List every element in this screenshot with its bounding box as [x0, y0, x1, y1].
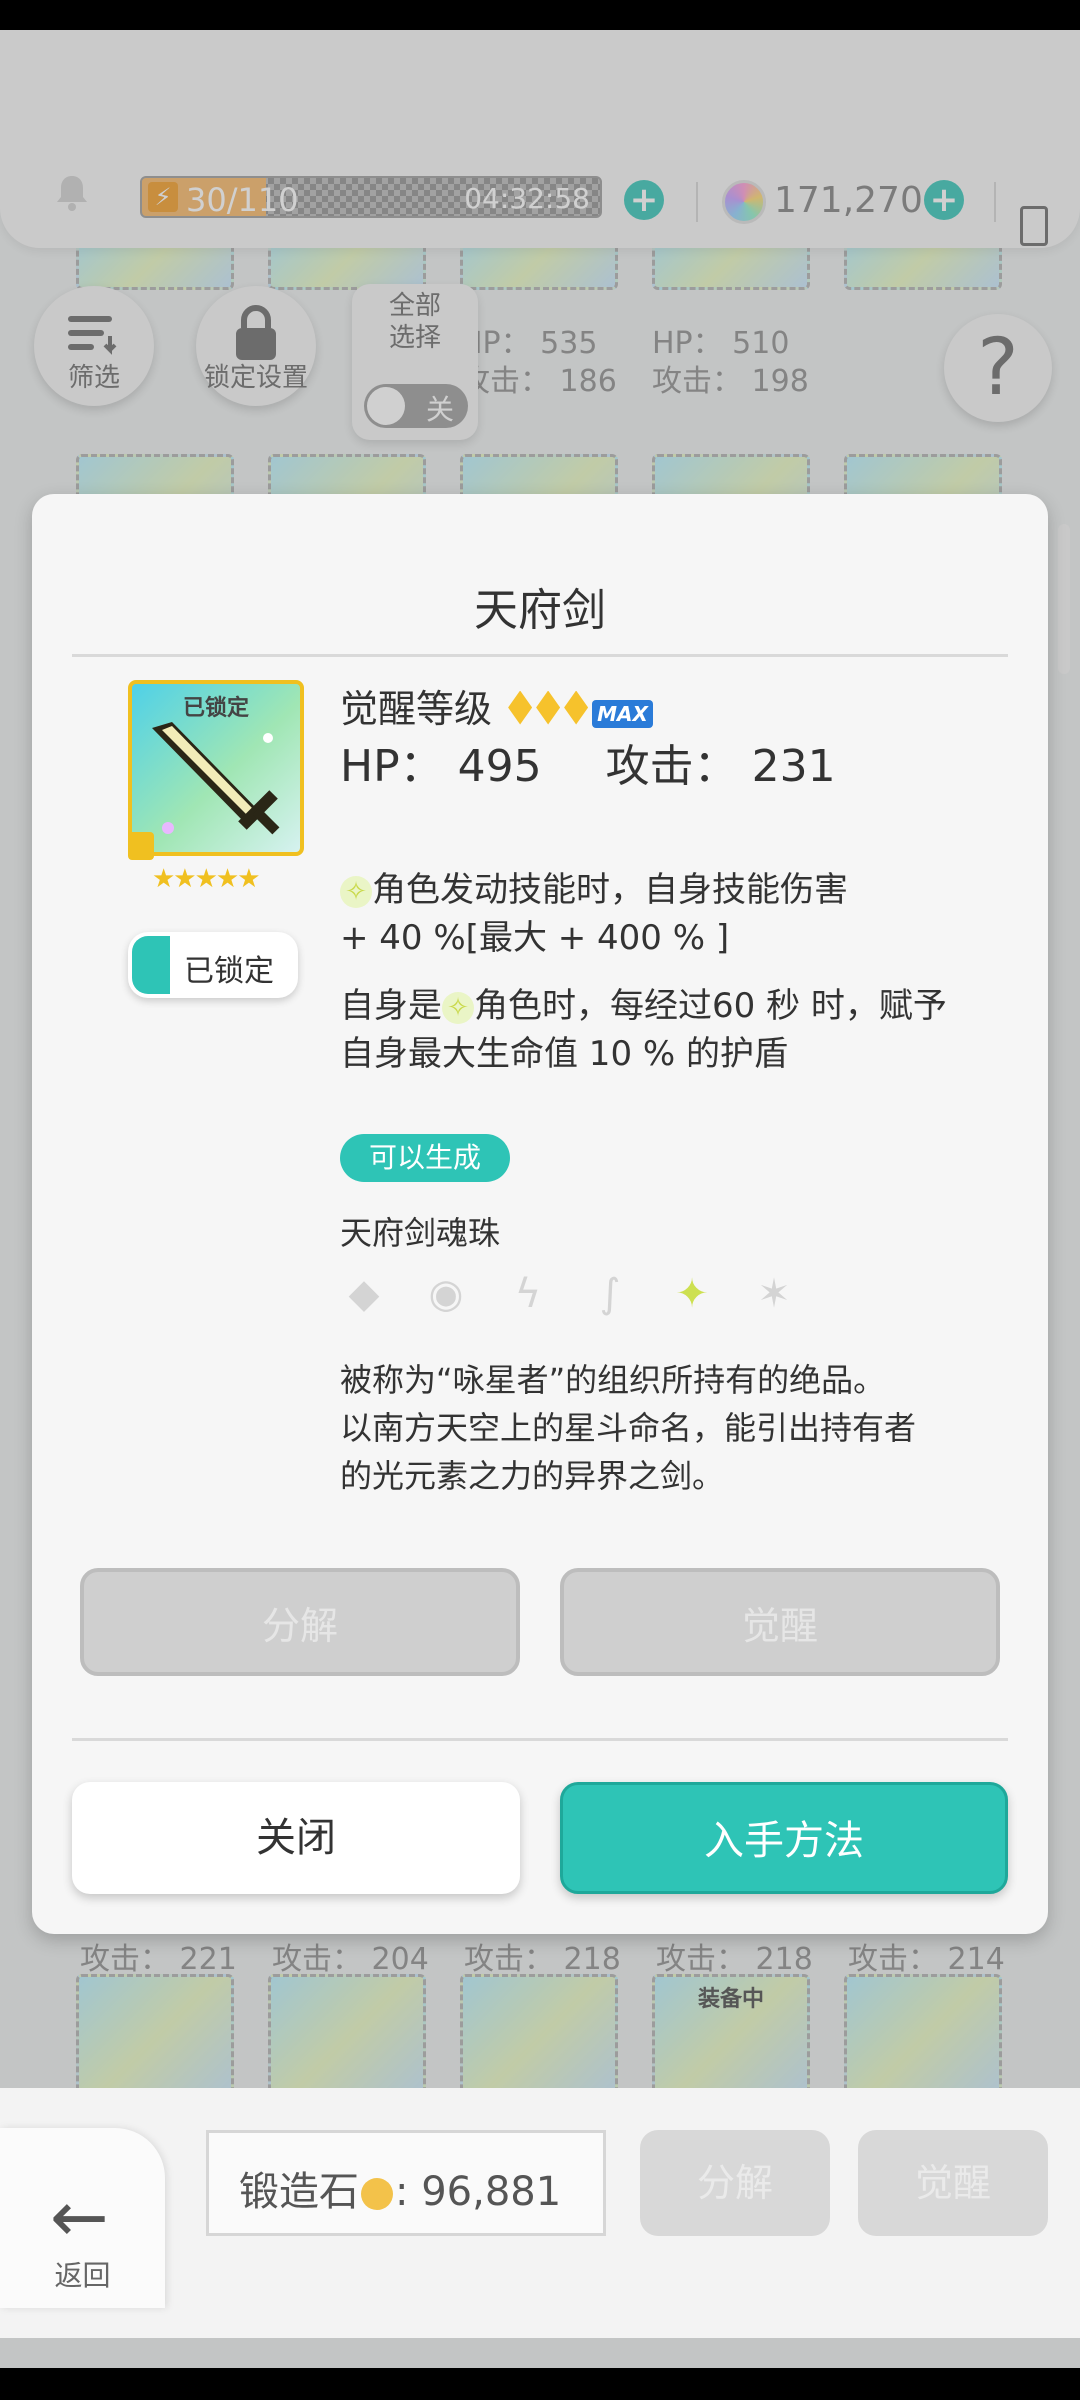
dialog-title: 天府剑	[474, 585, 606, 636]
stat-line: HP： 495 攻击： 231	[340, 730, 836, 794]
skill-1-text: 角色发动技能时，自身技能伤害	[372, 870, 848, 910]
craftable-badge: 可以生成	[340, 1134, 510, 1182]
back-button[interactable]: ← 返回	[0, 2128, 165, 2308]
awaken-gem-icon	[508, 690, 533, 725]
forge-stone-icon	[361, 2178, 393, 2210]
back-label: 返回	[54, 2259, 111, 2292]
awaken-gem-icon	[564, 690, 589, 725]
water-element-icon: ◉	[428, 1271, 464, 1317]
attack-value: 攻击： 231	[605, 741, 836, 792]
back-arrow-icon: ←	[50, 2176, 109, 2258]
skill-2-text: 角色时，每经过60 秒 时，赋予	[474, 986, 947, 1026]
scrollbar[interactable]	[1058, 524, 1070, 674]
skill-2-value: 自身最大生命值 10 % 的护盾	[340, 1034, 788, 1074]
awaken-level: 觉醒等级 MAX	[340, 678, 653, 734]
forge-stone-text: 锻造石: 96,881	[239, 2169, 562, 2215]
forge-stone-label: 锻造石	[239, 2169, 359, 2215]
soul-orb-name: 天府剑魂珠	[340, 1214, 501, 1252]
awaken-label: 觉醒等级	[340, 687, 493, 731]
acquire-method-button[interactable]: 入手方法	[560, 1782, 1008, 1894]
close-button[interactable]: 关闭	[72, 1782, 520, 1894]
lock-toggle[interactable]: 已锁定	[128, 932, 298, 998]
light-element-icon: ✧	[442, 991, 474, 1024]
bottom-disassemble-button[interactable]: 分解	[640, 2130, 830, 2236]
skill-2: 自身是 ✧ 角色时，每经过60 秒 时，赋予 自身最大生命值 10 % 的护盾	[340, 982, 980, 1078]
skill-2-prefix: 自身是	[340, 986, 442, 1026]
forge-stone-counter: 锻造石: 96,881	[206, 2130, 606, 2236]
disassemble-button[interactable]: 分解	[80, 1568, 520, 1676]
flavor-line: 的光元素之力的异界之剑。	[340, 1457, 725, 1495]
thunder-element-icon: ϟ	[514, 1271, 542, 1317]
awaken-gems: MAX	[508, 690, 653, 734]
light-element-icon: ✧	[340, 875, 372, 908]
max-badge: MAX	[592, 700, 653, 728]
awaken-button[interactable]: 觉醒	[560, 1568, 1000, 1676]
lock-toggle-label: 已锁定	[184, 954, 274, 989]
skill-1: ✧ 角色发动技能时，自身技能伤害 + 40 %[最大 + 400 % ]	[340, 866, 980, 962]
earth-element-icon: ◆	[348, 1271, 380, 1317]
toggle-indicator	[132, 936, 170, 994]
wind-element-icon: ∫	[599, 1271, 621, 1317]
divider	[72, 654, 1008, 657]
sword-icon	[152, 722, 280, 835]
skill-1-value: + 40 %[最大 + 400 % ]	[340, 918, 730, 958]
flavor-text: 被称为“咏星者”的组织所持有的绝品。 以南方天空上的星斗命名，能引出持有者 的光…	[340, 1356, 980, 1500]
awaken-gem-icon	[536, 690, 561, 725]
item-detail-dialog: 天府剑 已锁定 ★★★★★ 已锁定 觉醒等级 MAX HP： 495 攻击： 2…	[32, 494, 1048, 1934]
bottom-awaken-button[interactable]: 觉醒	[858, 2130, 1048, 2236]
dark-element-icon: ✶	[757, 1271, 791, 1317]
element-icons: ◆ ◉ ϟ ∫ ✦ ✶	[340, 1270, 820, 1326]
forge-stone-value: 96,881	[421, 2169, 562, 2215]
flavor-line: 被称为“咏星者”的组织所持有的绝品。	[340, 1361, 886, 1399]
flavor-line: 以南方天空上的星斗命名，能引出持有者	[340, 1409, 917, 1447]
hp-value: HP： 495	[340, 741, 542, 792]
rarity-stars: ★★★★★	[152, 864, 261, 894]
weapon-icon-frame: 已锁定	[128, 680, 304, 856]
padlock-icon	[128, 832, 154, 860]
app-screen: ⚡ 30/110 04:32:58 + 171,270 + HP： 535 攻击…	[0, 30, 1080, 2368]
light-element-icon: ✦	[675, 1271, 709, 1317]
divider	[72, 1738, 1008, 1741]
